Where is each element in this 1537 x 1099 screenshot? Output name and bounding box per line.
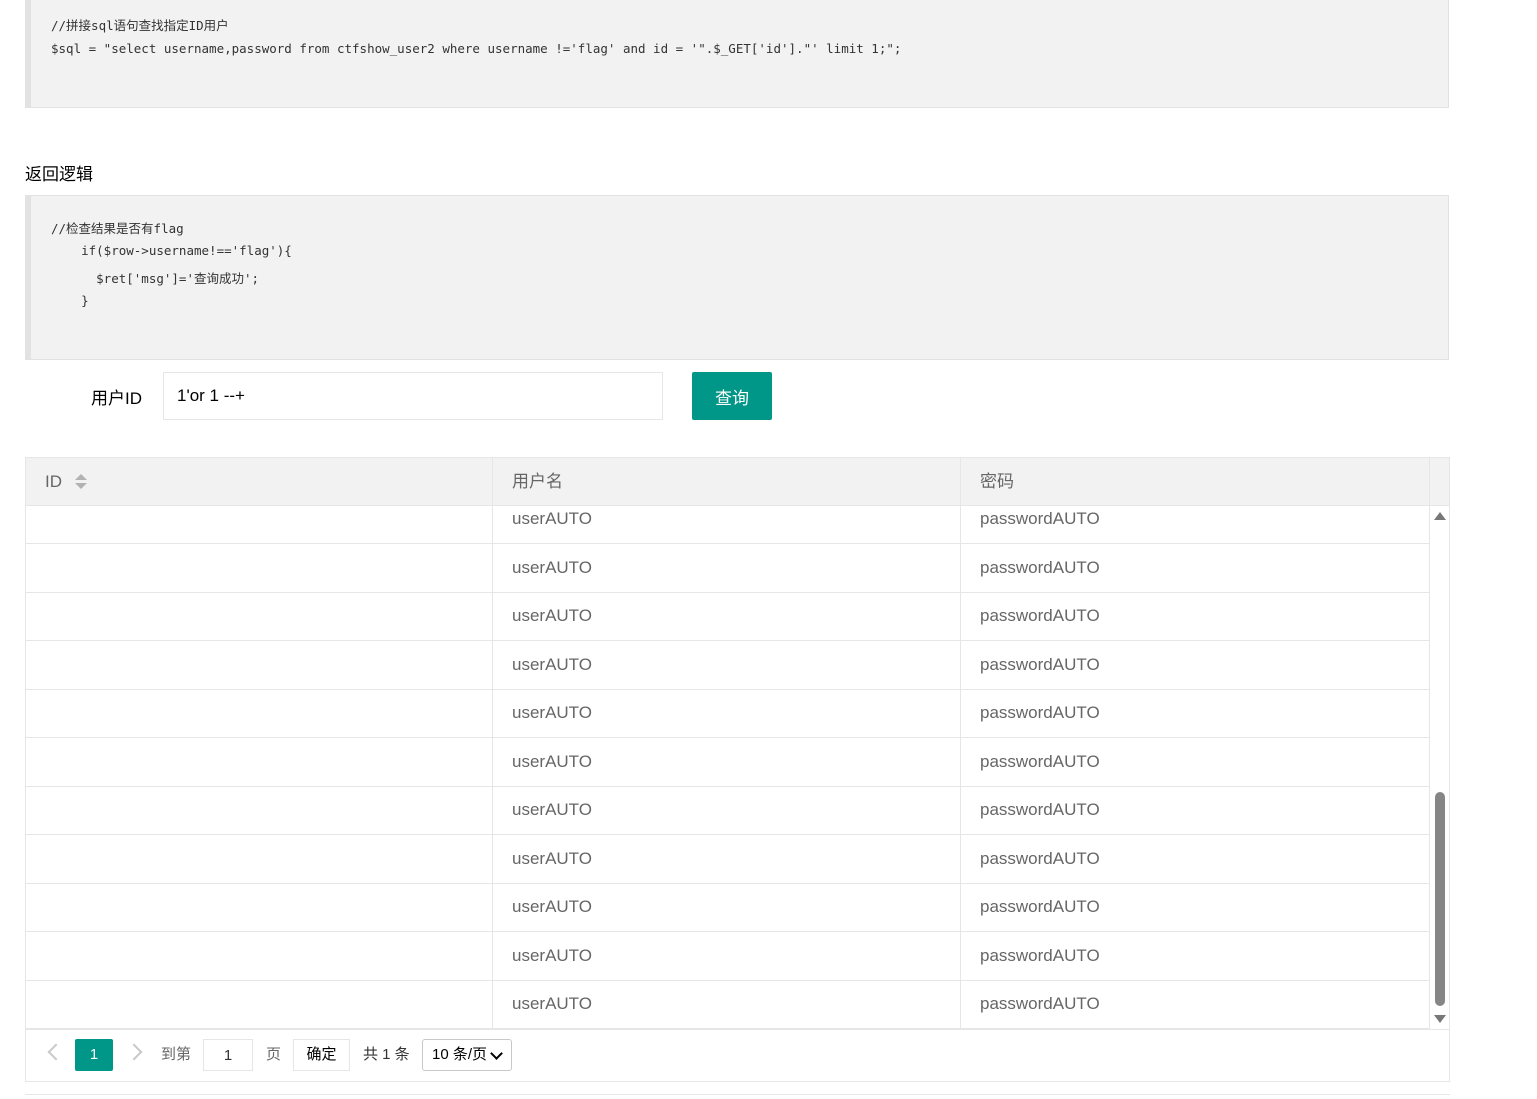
table-row: userAUTO passwordAUTO [26,980,1430,1029]
user-id-label: 用户ID [91,389,142,408]
cell-id [26,835,493,883]
cell-id [26,738,493,786]
column-header-username: 用户名 [493,458,961,505]
logic-line: //检查结果是否有flag [51,221,184,236]
goto-page-input[interactable] [203,1039,253,1071]
chevron-down-icon [490,1047,503,1060]
logic-line: $ret['msg']='查询成功'; [51,271,260,286]
confirm-button[interactable]: 确定 [293,1039,350,1071]
cell-id [26,786,493,834]
cell-id [26,932,493,980]
table-row: userAUTO passwordAUTO [26,738,1430,787]
cell-id [26,689,493,737]
cell-username: userAUTO [493,980,961,1028]
cell-password: passwordAUTO [961,544,1430,592]
cell-password: passwordAUTO [961,883,1430,931]
cell-password: passwordAUTO [961,641,1430,689]
table-row: userAUTO passwordAUTO [26,835,1430,884]
page-size-value: 10 条/页 [432,1046,488,1063]
cell-username: userAUTO [493,506,961,543]
cell-password: passwordAUTO [961,786,1430,834]
cell-id [26,592,493,640]
logic-line: if($row->username!=='flag'){ [51,243,292,258]
query-button[interactable]: 查询 [692,372,772,420]
cell-password: passwordAUTO [961,592,1430,640]
sql-statement: $sql = "select username,password from ct… [51,41,902,56]
table-row: userAUTO passwordAUTO [26,689,1430,738]
table-row: userAUTO passwordAUTO [26,506,1430,544]
return-logic-code-block: //检查结果是否有flag if($row->username!=='flag'… [25,195,1449,360]
cell-username: userAUTO [493,932,961,980]
next-page-icon[interactable] [125,1043,143,1061]
table-row: userAUTO passwordAUTO [26,592,1430,641]
table-row: userAUTO passwordAUTO [26,641,1430,690]
page-size-select[interactable]: 10 条/页 [422,1039,512,1071]
cell-id [26,883,493,931]
return-logic-title: 返回逻辑 [25,165,93,184]
table-row: userAUTO passwordAUTO [26,932,1430,981]
page-label: 页 [266,1046,282,1063]
table-row: userAUTO passwordAUTO [26,544,1430,593]
user-id-input[interactable] [163,372,663,420]
cell-password: passwordAUTO [961,506,1430,543]
cell-id [26,641,493,689]
cell-username: userAUTO [493,786,961,834]
cell-username: userAUTO [493,835,961,883]
scroll-up-icon[interactable] [1434,512,1446,520]
goto-label: 到第 [161,1046,192,1063]
cell-password: passwordAUTO [961,738,1430,786]
column-header-label: ID [45,472,62,491]
pagination: 1 到第 页 确定 共 1 条 10 条/页 [26,1029,1449,1081]
logic-line: } [51,293,89,308]
cell-username: userAUTO [493,544,961,592]
cell-password: passwordAUTO [961,689,1430,737]
sql-comment: //拼接sql语句查找指定ID用户 [51,18,229,33]
cell-password: passwordAUTO [961,932,1430,980]
cell-username: userAUTO [493,689,961,737]
cell-username: userAUTO [493,883,961,931]
cell-username: userAUTO [493,592,961,640]
column-header-password: 密码 [961,458,1430,505]
scroll-down-icon[interactable] [1434,1015,1446,1023]
table-body: userAUTO passwordAUTO userAUTO passwordA… [26,506,1430,1029]
sort-icon[interactable] [75,474,87,490]
cell-password: passwordAUTO [961,980,1430,1028]
table-row: userAUTO passwordAUTO [26,883,1430,932]
table-row: userAUTO passwordAUTO [26,786,1430,835]
results-table: ID 用户名 密码 userAUTO passwordAUTO userAUTO… [25,457,1450,1082]
sql-code-block: //拼接sql语句查找指定ID用户 $sql = "select usernam… [25,0,1449,108]
table-scrollbar[interactable] [1430,506,1449,1029]
cell-password: passwordAUTO [961,835,1430,883]
column-header-id[interactable]: ID [26,458,493,505]
table-header: ID 用户名 密码 [26,458,1449,506]
total-count: 共 1 条 [363,1046,410,1063]
cell-id [26,544,493,592]
scrollbar-thumb[interactable] [1435,792,1445,1006]
cell-username: userAUTO [493,641,961,689]
page-1-button[interactable]: 1 [75,1039,113,1071]
cell-id [26,980,493,1028]
prev-page-icon[interactable] [47,1043,65,1061]
cell-id [26,506,493,543]
cell-username: userAUTO [493,738,961,786]
divider [25,1094,1450,1095]
